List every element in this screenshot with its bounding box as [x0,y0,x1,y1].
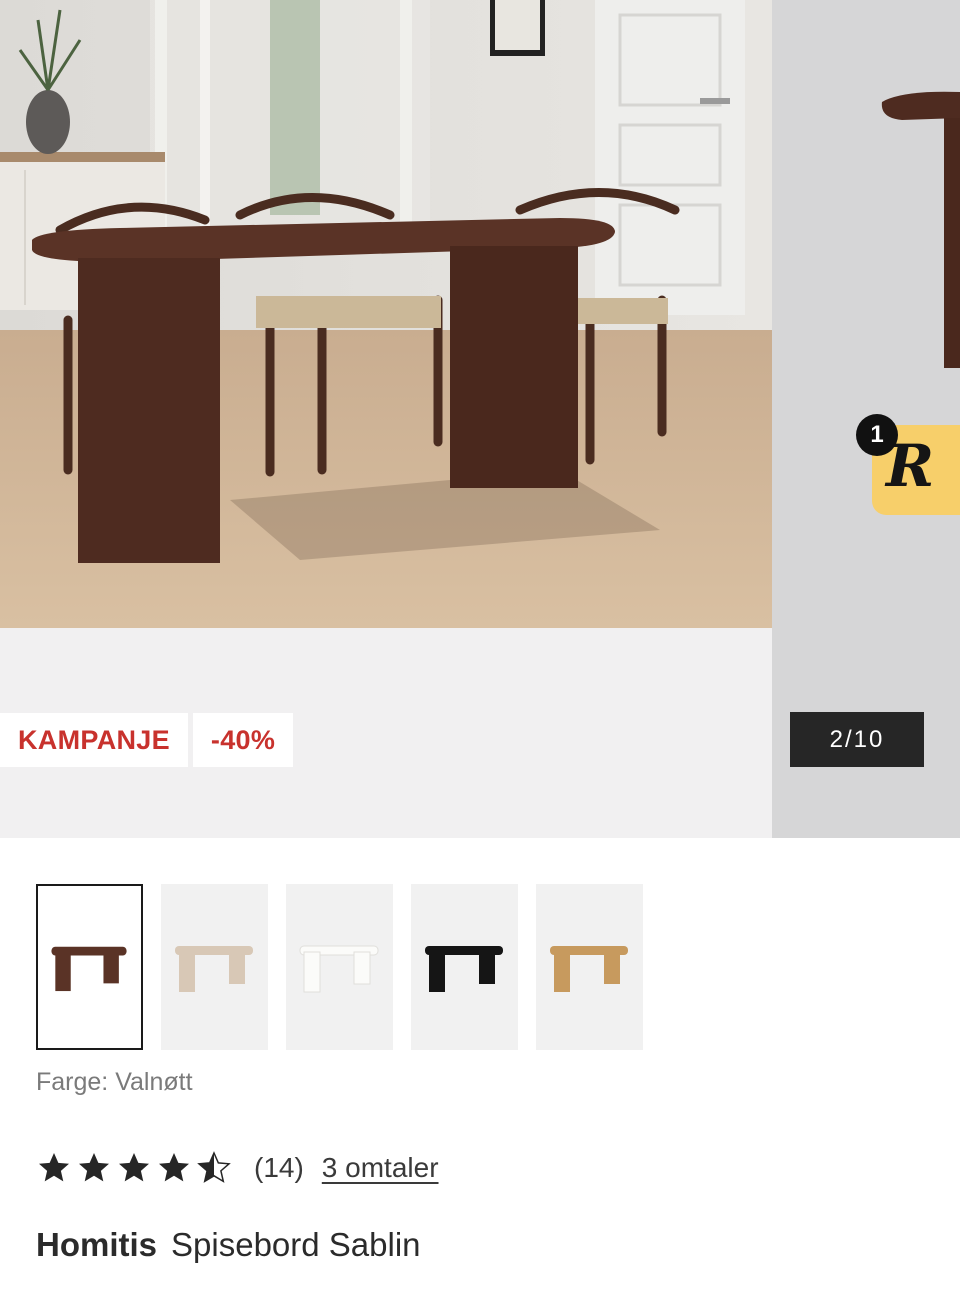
campaign-badge: KAMPANJE [0,713,188,767]
selected-color-label: Farge: Valnøtt [36,1068,193,1096]
swatch-black[interactable] [411,884,518,1050]
star-full-icon [39,1153,69,1182]
rating-count: (14) [254,1152,304,1183]
image-counter: 2/10 [790,712,924,767]
product-rating: (14) 3 omtaler [36,1150,439,1186]
discount-badge: -40% [192,713,294,767]
star-full-icon [159,1153,189,1182]
brand-name[interactable]: Homitis [36,1226,157,1263]
swatch-white[interactable] [286,884,393,1050]
swatch-walnut[interactable] [36,884,143,1050]
reviews-link[interactable]: 3 omtaler [322,1152,439,1184]
product-name: Spisebord Sablin [171,1226,421,1263]
star-full-icon [119,1153,149,1182]
swatch-natural[interactable] [161,884,268,1050]
image-gallery[interactable]: KAMPANJE -40% 2/10 R 1 [0,0,960,838]
notification-count-badge: 1 [856,414,898,456]
product-main-image[interactable] [0,0,772,628]
swatch-oak[interactable] [536,884,643,1050]
star-half-icon [197,1151,231,1183]
color-swatch-list [36,884,643,1050]
product-title: Homitis Spisebord Sablin [36,1226,421,1264]
star-full-icon [79,1153,109,1182]
promo-badges: KAMPANJE -40% [0,713,294,767]
star-rating [36,1150,232,1186]
